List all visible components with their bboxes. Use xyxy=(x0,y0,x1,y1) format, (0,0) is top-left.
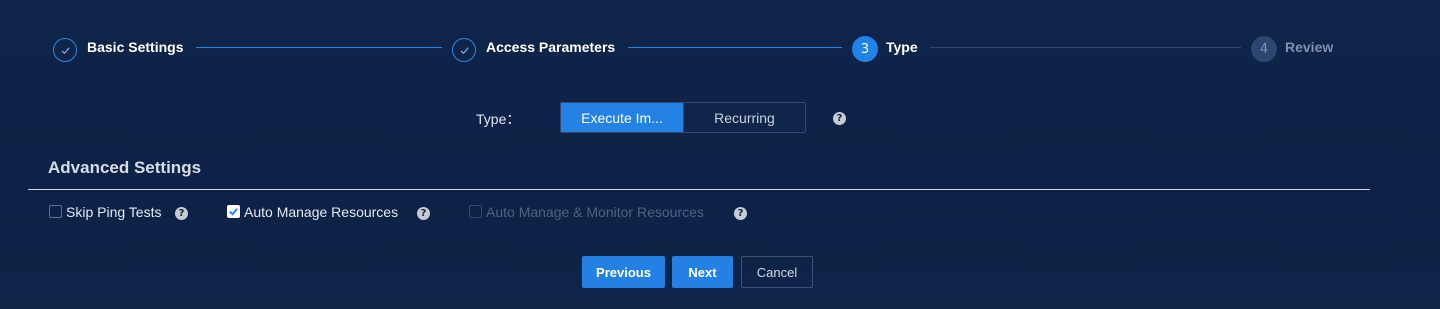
type-help-icon[interactable]: ? xyxy=(833,112,846,125)
step-2-check-icon xyxy=(452,38,476,62)
next-button[interactable]: Next xyxy=(672,256,733,288)
step-2-label: Access Parameters xyxy=(486,39,616,55)
skip-ping-tests-checkbox[interactable] xyxy=(49,205,62,218)
step-connector-2 xyxy=(628,47,842,48)
step-4-label: Review xyxy=(1285,39,1334,55)
skip-ping-tests-label[interactable]: Skip Ping Tests xyxy=(66,203,161,221)
type-segmented-control: Execute Im... Recurring xyxy=(560,102,806,133)
previous-button[interactable]: Previous xyxy=(582,256,665,288)
checkmark-icon xyxy=(229,208,238,216)
step-3-number: 3 xyxy=(852,36,878,62)
auto-manage-monitor-resources-label: Auto Manage & Monitor Resources xyxy=(486,204,704,220)
step-3-label: Type xyxy=(886,39,918,55)
type-option-recurring[interactable]: Recurring xyxy=(683,103,805,132)
wizard-page: Basic Settings Access Parameters 3 Type … xyxy=(0,0,1440,309)
type-label: Type： xyxy=(476,111,521,127)
auto-manage-monitor-resources-help-icon[interactable]: ? xyxy=(734,207,747,220)
cancel-button[interactable]: Cancel xyxy=(741,256,813,288)
advanced-settings-title: Advanced Settings xyxy=(48,158,202,177)
step-connector-3 xyxy=(930,47,1241,48)
skip-ping-tests-help-icon[interactable]: ? xyxy=(175,207,188,220)
step-4-number: 4 xyxy=(1251,36,1277,62)
wizard-stepper: Basic Settings Access Parameters 3 Type … xyxy=(0,0,1440,90)
auto-manage-resources-checkbox[interactable] xyxy=(227,205,240,218)
step-1-check-icon xyxy=(53,38,77,62)
auto-manage-monitor-resources-checkbox xyxy=(469,205,482,218)
auto-manage-resources-help-icon[interactable]: ? xyxy=(417,207,430,220)
step-1-label: Basic Settings xyxy=(87,39,184,55)
step-connector-1 xyxy=(196,47,442,48)
auto-manage-resources-label[interactable]: Auto Manage Resources xyxy=(244,203,398,221)
type-option-execute-immediately[interactable]: Execute Im... xyxy=(561,103,683,132)
advanced-settings-divider xyxy=(28,189,1370,190)
